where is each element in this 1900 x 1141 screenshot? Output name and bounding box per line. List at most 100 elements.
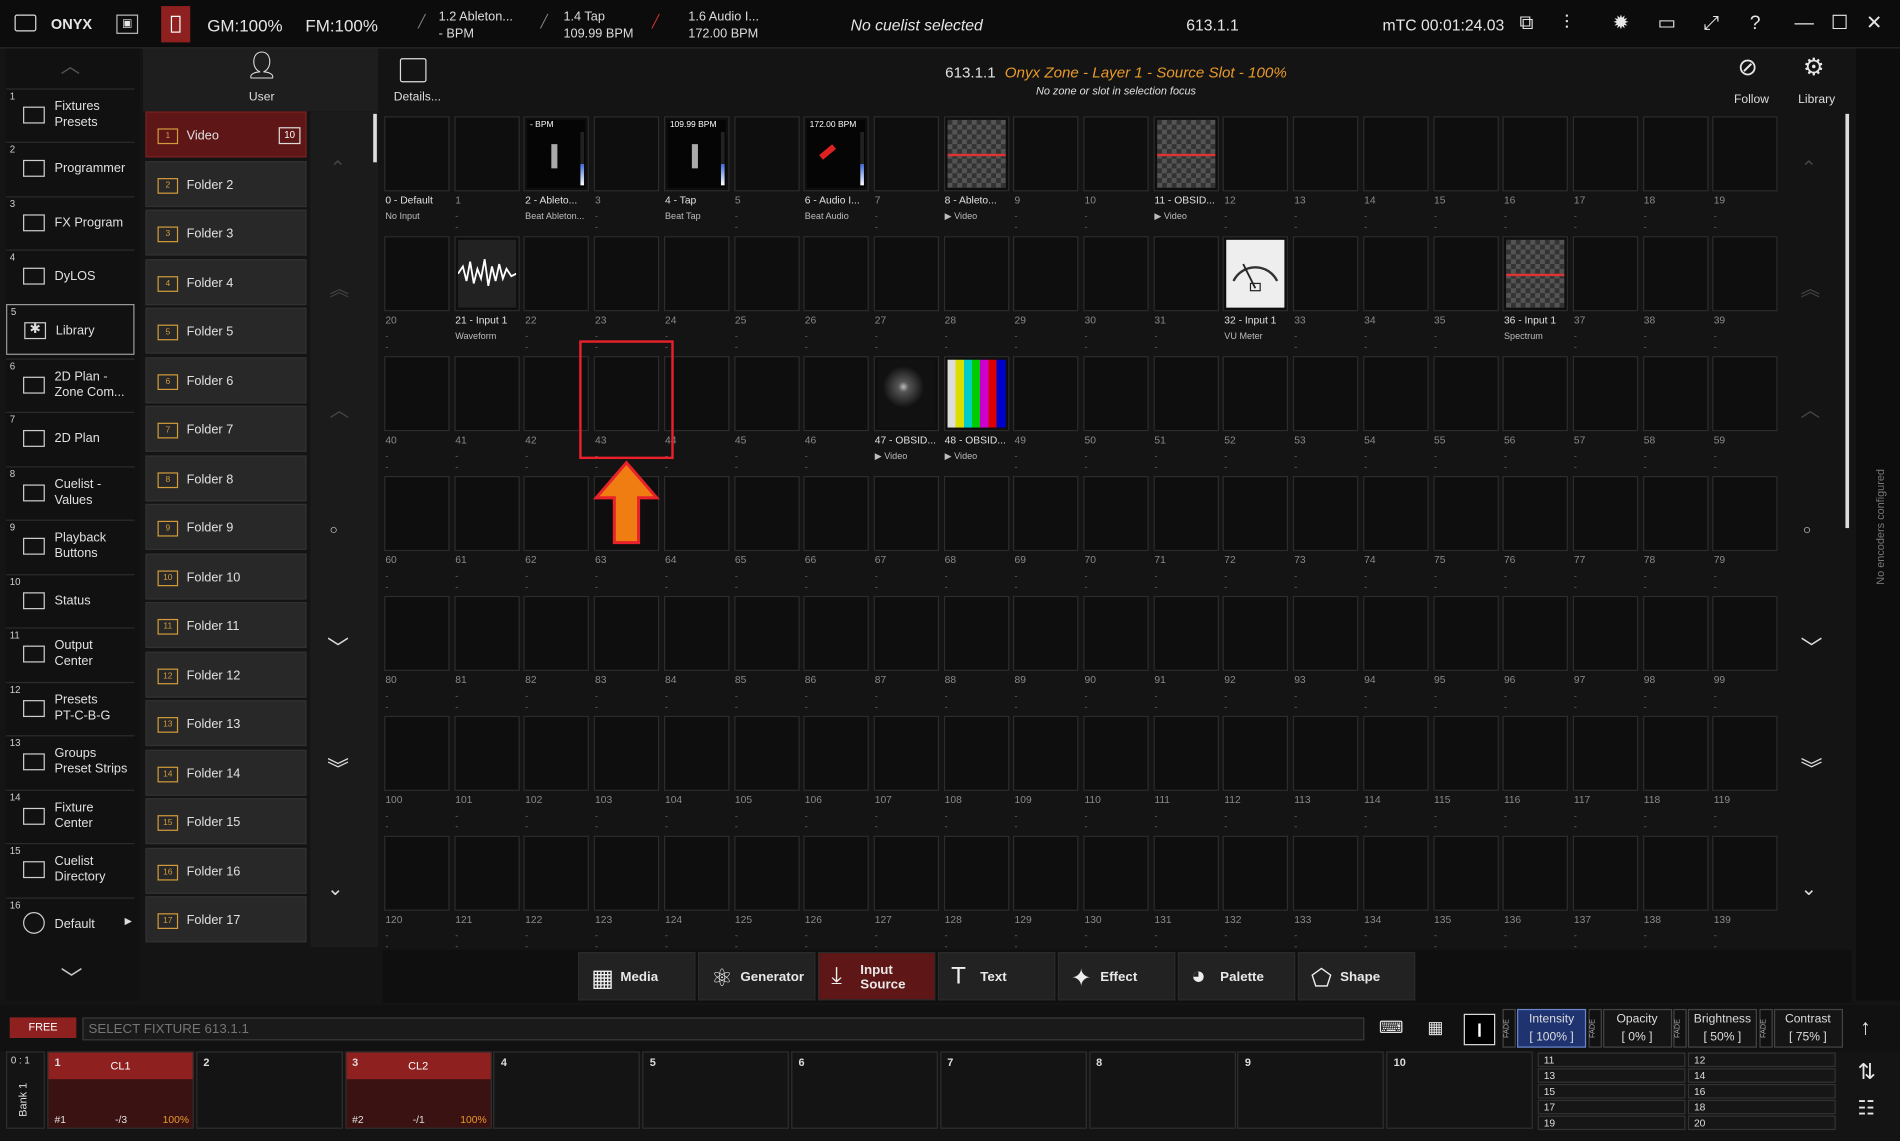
slot-cell[interactable] <box>1083 236 1149 312</box>
slot-cell[interactable] <box>873 476 939 552</box>
folder-item[interactable]: 4 Folder 4 <box>145 258 307 305</box>
slot-cell[interactable] <box>1712 356 1778 432</box>
playback-button-6[interactable]: 6 <box>791 1051 938 1129</box>
slot-cell[interactable] <box>733 595 800 672</box>
slot-cell[interactable] <box>1292 476 1359 552</box>
folder-item[interactable]: 15 Folder 15 <box>145 798 307 845</box>
playback-button-8[interactable]: 8 <box>1088 1051 1236 1129</box>
slot-cell[interactable] <box>873 116 939 192</box>
slot-cell[interactable] <box>384 356 450 432</box>
slot-cell[interactable] <box>943 356 1009 432</box>
slot-cell[interactable]: - BPM <box>523 116 590 192</box>
slot-cell[interactable] <box>593 236 660 312</box>
slot-cell[interactable] <box>1013 595 1079 672</box>
slot-cell[interactable] <box>1432 595 1499 672</box>
flash-master[interactable]: FM:100% <box>305 16 378 35</box>
slot-cell[interactable] <box>873 595 939 672</box>
slot-cell[interactable] <box>1292 236 1359 312</box>
slot-cell[interactable] <box>593 595 660 672</box>
grand-master[interactable]: GM:100% <box>207 16 282 35</box>
grid-scroll-down-icon[interactable]: ﹀ <box>1801 637 1823 659</box>
slot-cell[interactable] <box>1572 236 1639 312</box>
playback-button-1[interactable]: CL1 #1 -/3 100% 1 <box>47 1051 194 1129</box>
fullscreen-icon[interactable]: ⤢ <box>1704 14 1720 34</box>
type-generator-button[interactable]: ⚛ Generator <box>697 952 816 1001</box>
slot-cell[interactable] <box>1642 236 1709 312</box>
nav-scroll-down-icon[interactable]: ﹀ <box>61 968 83 990</box>
slot-cell[interactable]: 109.99 BPM <box>663 116 730 192</box>
mini-playback-16[interactable]: 16 <box>1687 1084 1836 1099</box>
slot-cell[interactable] <box>1083 356 1149 432</box>
scroll-bottom-icon[interactable]: ⌄ <box>327 880 343 900</box>
type-media-button[interactable]: ▦ Media <box>577 952 696 1001</box>
highlight-toggle[interactable] <box>1463 1013 1496 1046</box>
scroll-top-icon[interactable]: ⌃ <box>330 159 346 179</box>
slot-cell[interactable] <box>384 116 450 192</box>
mini-playback-12[interactable]: 12 <box>1687 1052 1836 1068</box>
slot-cell[interactable] <box>733 236 800 312</box>
slot-cell[interactable] <box>1712 476 1778 552</box>
nav-item-1[interactable]: 1 Fixtures Presets <box>6 88 135 139</box>
slot-cell[interactable] <box>1223 835 1289 911</box>
slot-cell[interactable] <box>873 715 939 791</box>
slot-cell[interactable] <box>943 476 1009 552</box>
scroll-up-icon[interactable]: ︿ <box>330 402 349 421</box>
bank-selector[interactable]: 0 : 1 Bank 1 <box>6 1051 45 1129</box>
playback-button-3[interactable]: CL2 #2 -/1 100% 3 <box>344 1051 492 1129</box>
type-palette-button[interactable]: ◕ Palette <box>1177 952 1296 1001</box>
help-icon[interactable]: ? <box>1750 14 1761 34</box>
nav-item-2[interactable]: 2 Programmer <box>6 141 135 193</box>
slot-cell[interactable] <box>523 476 590 552</box>
nav-item-13[interactable]: 13 Groups Preset Strips <box>6 735 135 786</box>
slot-cell[interactable] <box>384 595 450 672</box>
folder-item[interactable]: 14 Folder 14 <box>145 749 307 796</box>
slot-cell[interactable] <box>943 835 1009 911</box>
slot-cell[interactable] <box>1712 595 1778 672</box>
slot-cell[interactable] <box>1223 476 1289 552</box>
slot-cell[interactable] <box>803 236 870 312</box>
slot-cell[interactable] <box>1153 835 1219 911</box>
folder-item[interactable]: 3 Folder 3 <box>145 209 307 256</box>
slot-cell[interactable] <box>1432 476 1499 552</box>
slot-cell[interactable] <box>1153 116 1219 192</box>
playback-button-7[interactable]: 7 <box>940 1051 1087 1129</box>
lock-icon[interactable]: ▣ <box>116 14 139 34</box>
slot-cell[interactable] <box>1292 835 1359 911</box>
slot-cell[interactable] <box>1362 715 1429 791</box>
slot-cell[interactable] <box>1642 715 1709 791</box>
slot-cell[interactable] <box>454 476 520 552</box>
slot-cell[interactable] <box>1362 595 1429 672</box>
slot-cell[interactable] <box>1712 236 1778 312</box>
nav-scroll-up-icon[interactable]: ︿ <box>61 58 80 77</box>
slot-cell[interactable] <box>454 595 520 672</box>
mini-playback-18[interactable]: 18 <box>1687 1099 1836 1115</box>
slot-cell[interactable] <box>1292 116 1359 192</box>
slot-cell[interactable] <box>1712 715 1778 791</box>
display-icon[interactable]: ▭ <box>1658 14 1676 34</box>
library-gear-icon[interactable]: ⚙ <box>1803 56 1825 80</box>
command-input[interactable] <box>82 1017 1365 1041</box>
playback-button-10[interactable]: 10 <box>1386 1051 1534 1129</box>
slot-cell[interactable] <box>1572 356 1639 432</box>
slot-cell[interactable] <box>1083 715 1149 791</box>
slot-cell[interactable] <box>1572 715 1639 791</box>
slot-cell[interactable] <box>1083 476 1149 552</box>
slot-cell[interactable] <box>593 835 660 911</box>
slot-cell[interactable] <box>1572 116 1639 192</box>
slot-cell[interactable] <box>523 715 590 791</box>
nav-item-8[interactable]: 8 Cuelist - Values <box>6 466 135 517</box>
slot-cell[interactable] <box>454 715 520 791</box>
mini-playback-15[interactable]: 15 <box>1537 1084 1686 1099</box>
mini-playback-14[interactable]: 14 <box>1687 1068 1836 1083</box>
slot-cell[interactable] <box>523 236 590 312</box>
slot-cell[interactable] <box>384 715 450 791</box>
scroll-page-down-icon[interactable]: ︾ <box>327 758 349 780</box>
slot-cell[interactable] <box>1642 356 1709 432</box>
slot-cell[interactable] <box>1642 116 1709 192</box>
folder-item[interactable]: 1 Video 10 <box>145 111 307 158</box>
slot-cell[interactable] <box>1572 476 1639 552</box>
slot-cell[interactable] <box>384 236 450 312</box>
close-icon[interactable]: ✕ <box>1866 14 1882 34</box>
slot-cell[interactable] <box>663 835 730 911</box>
slot-cell[interactable] <box>1013 356 1079 432</box>
